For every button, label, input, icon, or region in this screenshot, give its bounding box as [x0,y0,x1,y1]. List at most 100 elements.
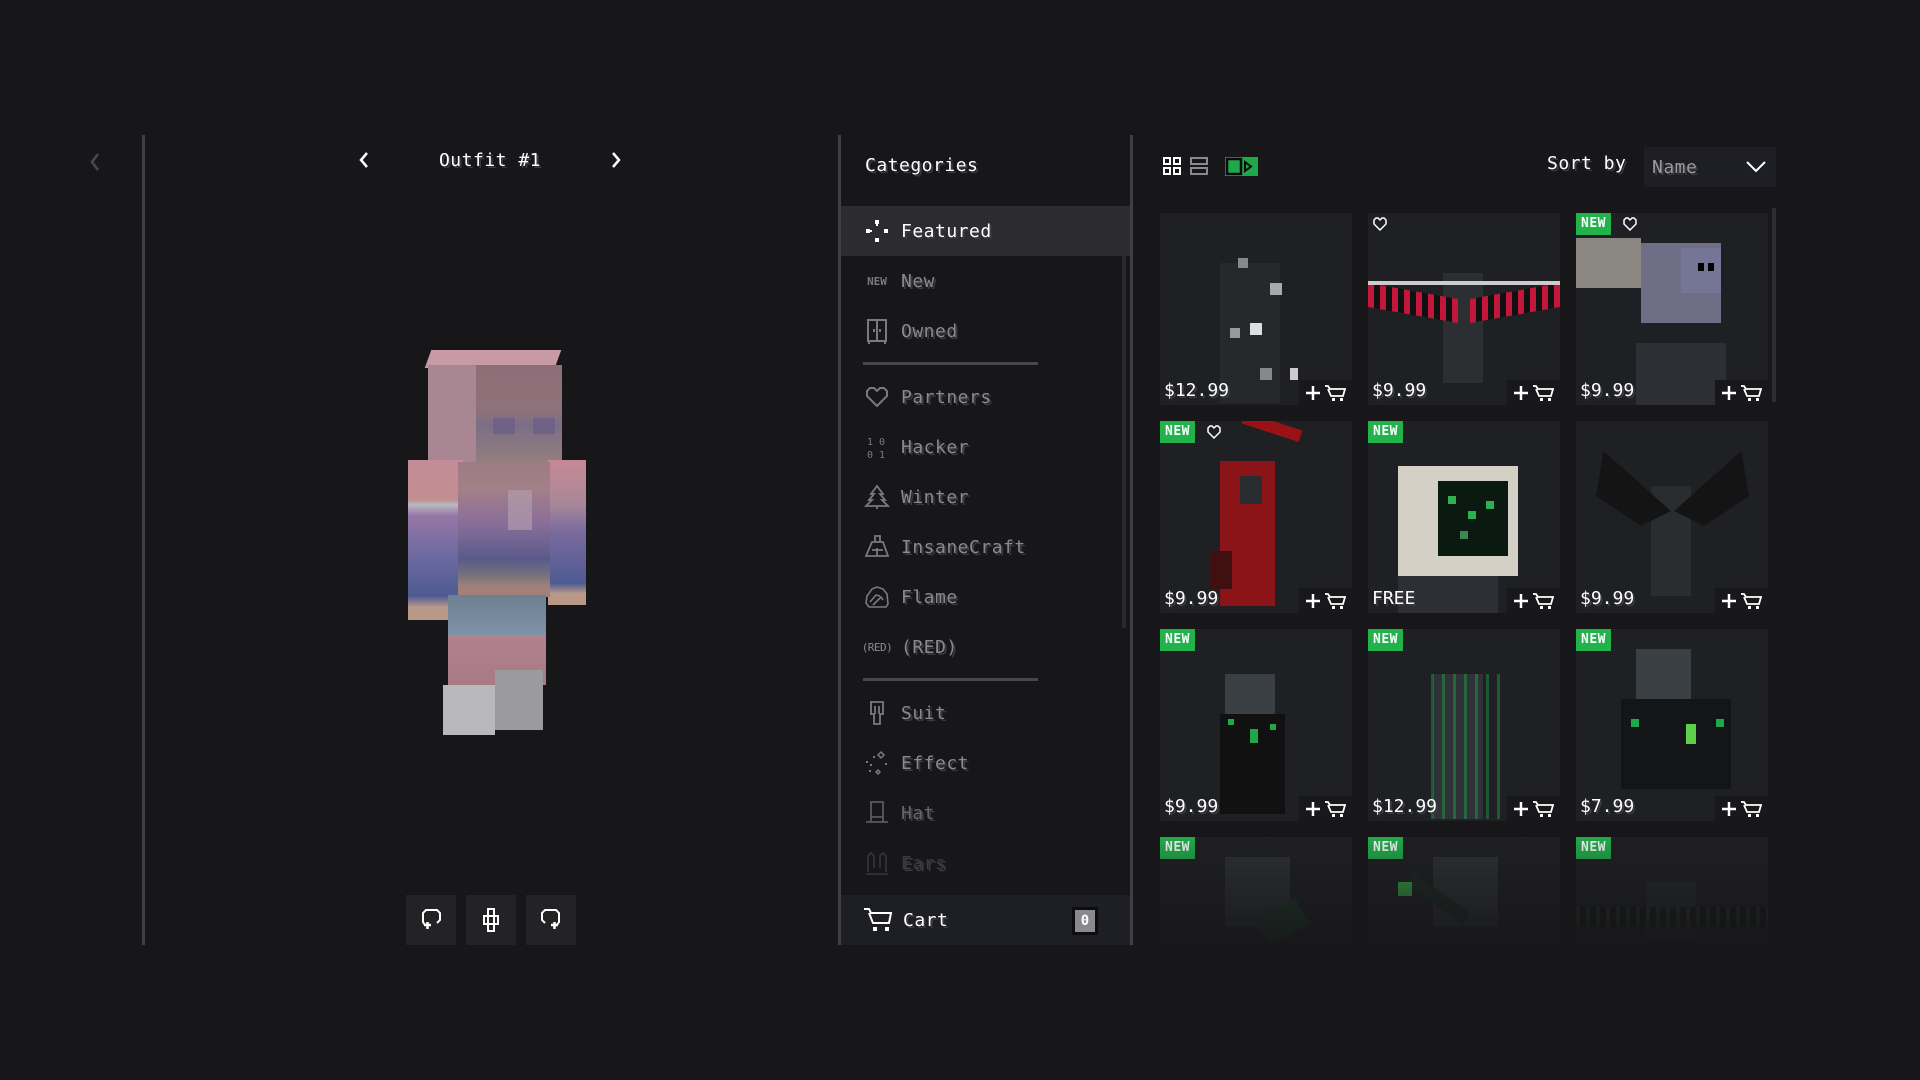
grid-view-button[interactable] [1163,157,1181,175]
item-preview-image [1368,213,1560,405]
item-card[interactable]: $9.99 [1576,421,1768,613]
add-to-cart-icon [1721,592,1763,610]
preview-view-button[interactable] [1225,157,1258,176]
category-divider [841,356,1130,372]
outfit-title: Outfit #1 [438,150,542,171]
sort-value: Name [1652,156,1698,178]
item-price: FREE [1372,588,1416,609]
category-hacker[interactable]: 1 00 1 Hacker [841,422,1130,472]
item-card[interactable]: NEW [1160,837,1352,945]
item-card[interactable]: $9.99 [1368,213,1560,405]
previous-outfit-button[interactable] [354,148,374,174]
item-price: $9.99 [1164,588,1219,609]
favorite-heart-icon[interactable] [1622,216,1638,232]
category-scrollbar[interactable] [1122,256,1126,628]
red-icon: (RED) [861,640,893,654]
add-to-cart-button[interactable] [1507,796,1560,821]
add-to-cart-button[interactable] [1507,380,1560,405]
category-divider [841,672,1130,688]
item-card[interactable]: NEW $7.99 [1576,629,1768,821]
back-button[interactable] [88,150,102,174]
item-card[interactable]: NEW FREE [1368,421,1560,613]
ears-icon [863,849,891,877]
category-hat[interactable]: Hat [841,788,1130,838]
add-to-cart-button[interactable] [1507,588,1560,613]
sort-dropdown[interactable]: Name [1644,147,1776,187]
add-to-cart-button[interactable] [1299,380,1352,405]
rotate-left-button[interactable] [406,895,456,945]
tree-icon [863,483,891,511]
item-preview-image [1160,213,1352,405]
item-card[interactable]: NEW $9.99 [1576,213,1768,405]
item-card[interactable]: NEW $9.99 [1160,629,1352,821]
suit-icon [863,699,891,727]
sort-by-label: Sort by [1547,153,1627,174]
category-featured[interactable]: Featured [841,206,1130,256]
item-price: $9.99 [1164,796,1219,817]
favorite-heart-icon[interactable] [1372,216,1388,232]
character-model[interactable] [398,350,588,740]
category-label: Hat [901,802,936,824]
category-label: Ears [901,852,947,874]
category-label: New [901,270,936,292]
add-to-cart-icon [1513,592,1555,610]
item-preview-image [1160,421,1352,613]
category-insanecraft[interactable]: InsaneCraft [841,522,1130,572]
item-price: $7.99 [1580,796,1635,817]
new-badge: NEW [1368,421,1403,443]
category-ears[interactable]: Ears [841,838,1130,886]
cart-count-badge: 0 [1072,907,1098,935]
category-new[interactable]: NEW New [841,256,1130,306]
chevron-left-icon [359,152,368,168]
rotate-right-button[interactable] [526,895,576,945]
add-to-cart-button[interactable] [1715,380,1768,405]
item-card[interactable]: NEW $9.99 [1160,421,1352,613]
category-partners[interactable]: Partners [841,372,1130,422]
add-to-cart-icon [1305,592,1347,610]
category-winter[interactable]: Winter [841,472,1130,522]
item-card[interactable]: NEW $12.99 [1368,629,1560,821]
add-to-cart-button[interactable] [1299,588,1352,613]
new-badge: NEW [1576,213,1611,235]
category-owned[interactable]: Owned [841,306,1130,356]
category-label: Winter [901,486,970,508]
cart-icon [864,908,893,931]
grid-scrollbar[interactable] [1772,208,1776,402]
category-label: Hacker [901,436,970,458]
category-label: Suit [901,702,947,724]
item-card[interactable]: NEW [1576,837,1768,945]
rotate-right-icon [541,909,560,929]
category-flame[interactable]: Flame [841,572,1130,622]
categories-title: Categories [865,155,979,176]
category-red[interactable]: (RED) (RED) [841,622,1130,672]
favorite-heart-icon[interactable] [1206,424,1222,440]
svg-text:0 1: 0 1 [867,450,885,460]
cart-button[interactable]: Cart 0 [841,895,1130,945]
list-view-button[interactable] [1190,157,1208,175]
binary-icon: 1 00 1 [863,433,891,461]
add-to-cart-button[interactable] [1715,588,1768,613]
chevron-right-icon [612,152,621,168]
item-card[interactable]: NEW [1368,837,1560,945]
next-outfit-button[interactable] [606,148,626,174]
category-label: Effect [901,752,970,774]
item-preview-image [1368,421,1560,613]
featured-icon [863,217,891,245]
new-badge: NEW [1160,629,1195,651]
category-label: Flame [901,586,958,608]
category-suit[interactable]: Suit [841,688,1130,738]
category-label: (RED) [901,636,958,658]
add-to-cart-button[interactable] [1299,796,1352,821]
pose-button[interactable] [466,895,516,945]
insanecraft-icon [863,533,891,561]
item-card[interactable]: $12.99 [1160,213,1352,405]
character-icon [483,908,499,932]
add-to-cart-button[interactable] [1715,796,1768,821]
cart-label: Cart [903,909,949,931]
preview-view-icon [1225,157,1253,176]
category-effect[interactable]: Effect [841,738,1130,788]
item-price: $9.99 [1580,588,1635,609]
new-badge: NEW [1576,629,1611,651]
item-price: $12.99 [1164,380,1230,401]
hat-icon [863,799,891,827]
